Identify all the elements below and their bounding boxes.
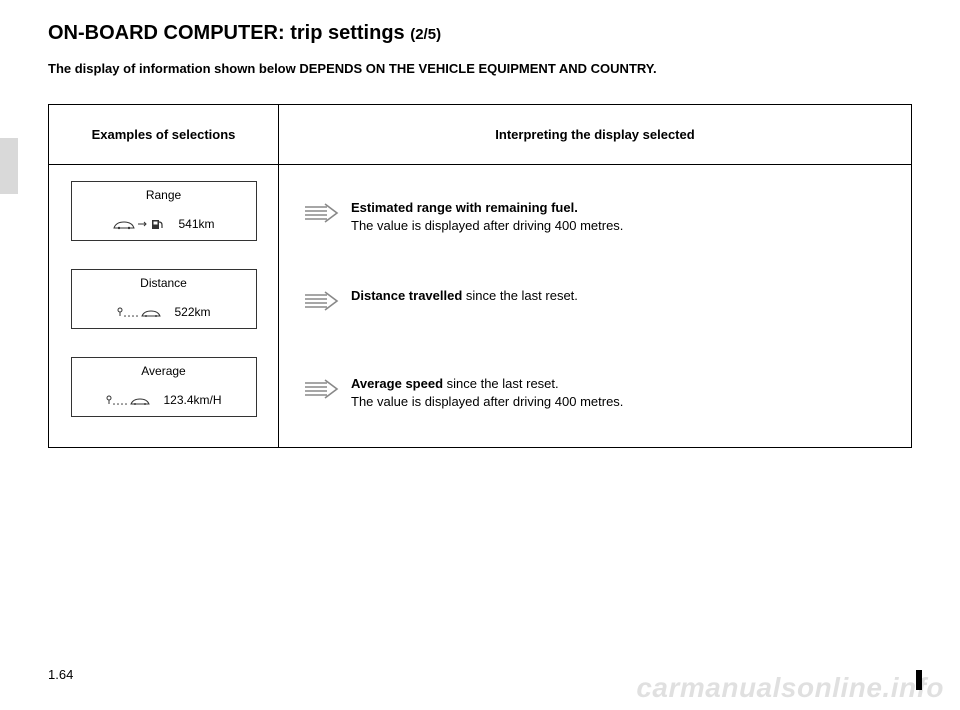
examples-cell: Range xyxy=(49,165,279,448)
display-range: Range xyxy=(71,181,257,241)
desc-plain: The value is displayed after driving 400… xyxy=(351,393,887,411)
desc-inline: since the last reset. xyxy=(443,376,559,391)
arrow-icon xyxy=(291,199,351,225)
side-tab xyxy=(0,138,18,194)
header-interpretation: Interpreting the display selected xyxy=(279,105,912,165)
equipment-note: The display of information shown below D… xyxy=(48,61,912,76)
display-label: Average xyxy=(72,364,256,378)
watermark: carmanualsonline.info xyxy=(636,672,944,704)
pin-dots-car-icon xyxy=(116,304,164,320)
interpretation-row: Estimated range with remaining fuel. The… xyxy=(291,181,899,269)
interpretation-row: Distance travelled since the last reset. xyxy=(291,269,899,357)
desc-plain: The value is displayed after driving 400… xyxy=(351,217,887,235)
interpretation-row: Average speed since the last reset. The … xyxy=(291,357,899,427)
interpretation-text: Distance travelled since the last reset. xyxy=(351,287,887,305)
desc-inline: since the last reset. xyxy=(462,288,578,303)
title-page-indicator: (2/5) xyxy=(410,26,441,43)
display-value: 522km xyxy=(174,305,210,319)
page-number: 1.64 xyxy=(48,667,73,682)
arrow-icon xyxy=(291,287,351,313)
display-label: Range xyxy=(72,188,256,202)
title-main: ON-BOARD COMPUTER: trip settings xyxy=(48,22,410,44)
interpretation-text: Average speed since the last reset. The … xyxy=(351,375,887,410)
display-label: Distance xyxy=(72,276,256,290)
page-title: ON-BOARD COMPUTER: trip settings (2/5) xyxy=(48,22,912,45)
arrow-icon xyxy=(291,375,351,401)
interpretation-text: Estimated range with remaining fuel. The… xyxy=(351,199,887,234)
header-examples: Examples of selections xyxy=(49,105,279,165)
desc-bold: Estimated range with remaining fuel. xyxy=(351,200,578,215)
display-value: 123.4km/H xyxy=(163,393,221,407)
desc-bold: Distance travelled xyxy=(351,288,462,303)
pin-dots-car-icon xyxy=(105,392,153,408)
trip-settings-table: Examples of selections Interpreting the … xyxy=(48,104,912,448)
manual-page: ON-BOARD COMPUTER: trip settings (2/5) T… xyxy=(0,0,960,710)
interpretation-cell: Estimated range with remaining fuel. The… xyxy=(279,165,912,448)
desc-bold: Average speed xyxy=(351,376,443,391)
display-distance: Distance xyxy=(71,269,257,329)
display-value: 541km xyxy=(178,217,214,231)
car-to-pump-icon xyxy=(112,216,168,232)
display-average: Average xyxy=(71,357,257,417)
